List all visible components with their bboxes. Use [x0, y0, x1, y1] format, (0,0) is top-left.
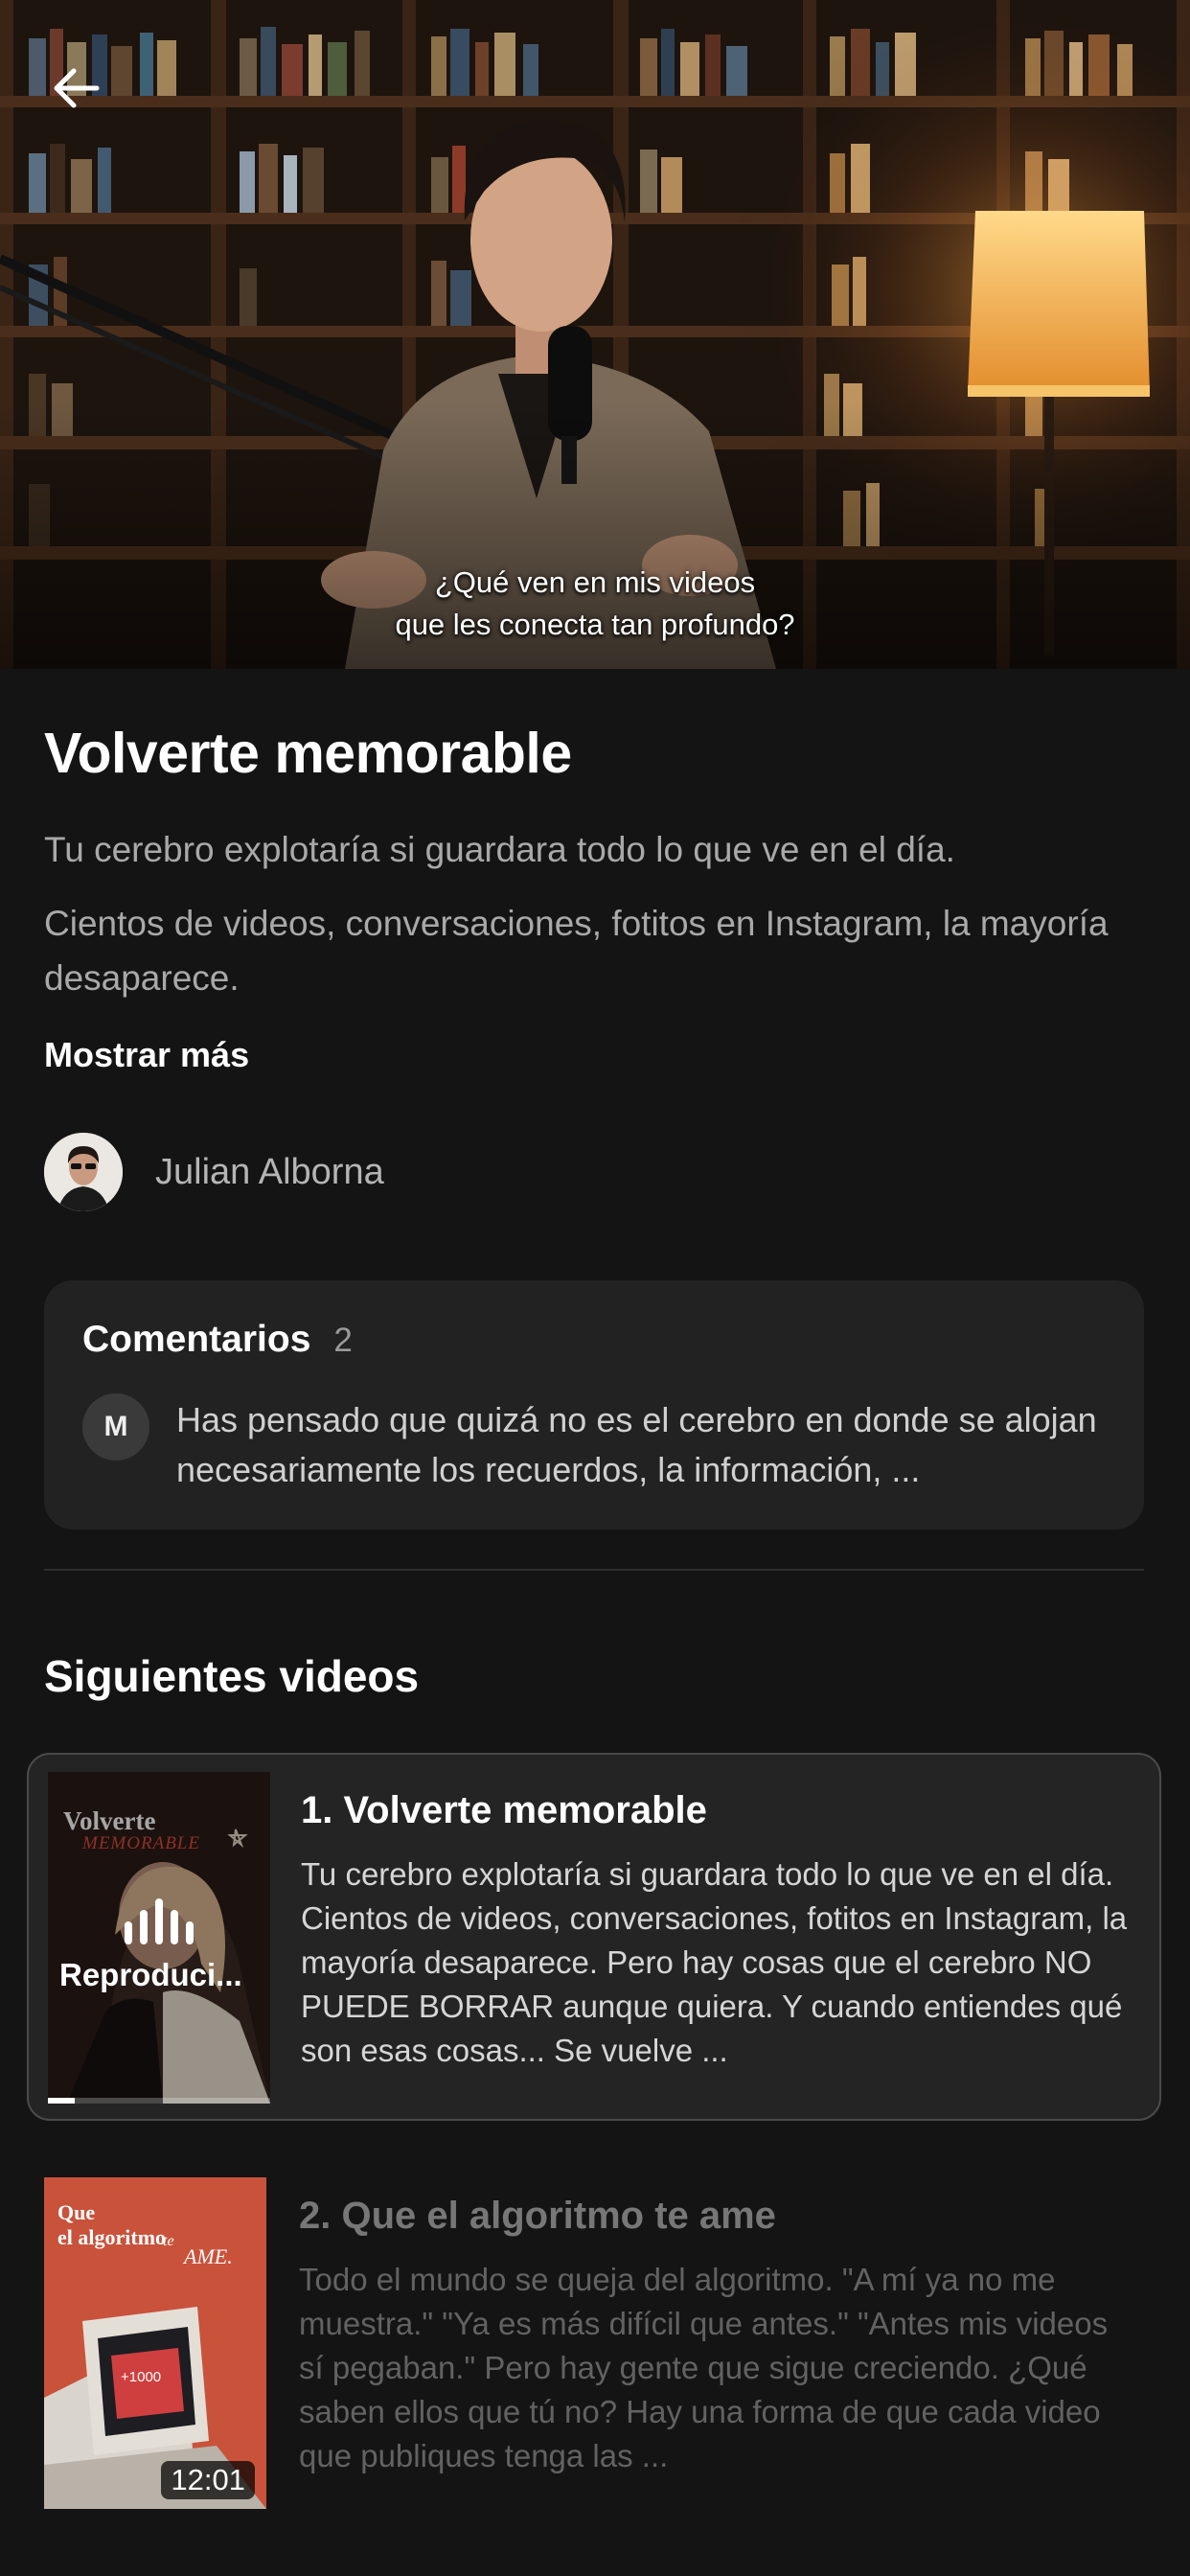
comments-header: Comentarios 2 — [82, 1319, 353, 1361]
equalizer-icon — [125, 1898, 194, 1944]
video-description-line-1: Tu cerebro explotaría si guardara todo l… — [44, 830, 955, 869]
commenter-avatar: M — [82, 1393, 149, 1460]
show-more-button[interactable]: Mostrar más — [44, 1035, 249, 1075]
caption-line-2: que les conecta tan profundo? — [395, 608, 795, 641]
comments-count: 2 — [333, 1322, 353, 1359]
thumbnail-2-title-line-3: te — [163, 2233, 174, 2249]
comment-preview-text: Has pensado que quizá no es el cerebro e… — [176, 1400, 1097, 1489]
thumbnail-2-title-line-4: AME. — [184, 2244, 233, 2268]
author-row[interactable]: Julian Alborna — [44, 1131, 384, 1213]
video-item-title: 2. Que el algoritmo te ame — [299, 2195, 776, 2237]
author-name: Julian Alborna — [155, 1151, 384, 1192]
section-divider — [44, 1569, 1144, 1571]
video-thumbnail-2: Que el algoritmo te AME. +1000 12:01 — [44, 2177, 266, 2509]
video-item-description: Tu cerebro explotaría si guardara todo l… — [301, 1856, 1128, 2068]
thumbnail-2-title-line-1: Que — [57, 2200, 96, 2224]
watch-progress-track — [48, 2098, 270, 2104]
watch-progress-bar — [48, 2098, 75, 2104]
video-title: Volverte memorable — [44, 722, 572, 785]
video-player[interactable]: ¿Qué ven en mis videos que les conecta t… — [0, 0, 1190, 669]
video-caption: ¿Qué ven en mis videos que les conecta t… — [0, 562, 1190, 646]
next-video-item-2[interactable]: Que el algoritmo te AME. +1000 12:01 2. … — [27, 2160, 1161, 2528]
video-thumbnail-1: Volverte MEMORABLE Reproduci... — [48, 1772, 270, 2104]
thumbnail-2-screen-text: +1000 — [121, 2369, 162, 2385]
arrow-left-icon — [54, 68, 100, 108]
thumbnail-2-title-line-2: el algoritmo — [57, 2225, 167, 2249]
author-avatar-image — [44, 1133, 123, 1211]
caption-line-1: ¿Qué ven en mis videos — [434, 565, 756, 599]
now-playing-label: Reproduci... — [59, 1957, 242, 1992]
video-description-line-2: Cientos de videos, conversaciones, fotit… — [44, 904, 1109, 998]
video-item-description: Todo el mundo se queja del algoritmo. "A… — [299, 2262, 1109, 2473]
next-video-item-1[interactable]: Volverte MEMORABLE Reproduci... 1. Volve… — [27, 1753, 1161, 2121]
next-videos-title: Siguientes videos — [44, 1651, 420, 1701]
comments-title: Comentarios — [82, 1319, 311, 1360]
now-playing-overlay: Reproduci... — [48, 1772, 270, 2104]
video-duration-badge: 12:01 — [161, 2461, 255, 2499]
video-item-title: 1. Volverte memorable — [301, 1789, 707, 1831]
comments-card[interactable]: Comentarios 2 M Has pensado que quizá no… — [44, 1280, 1144, 1530]
author-avatar — [44, 1133, 123, 1211]
back-button[interactable] — [42, 59, 111, 117]
